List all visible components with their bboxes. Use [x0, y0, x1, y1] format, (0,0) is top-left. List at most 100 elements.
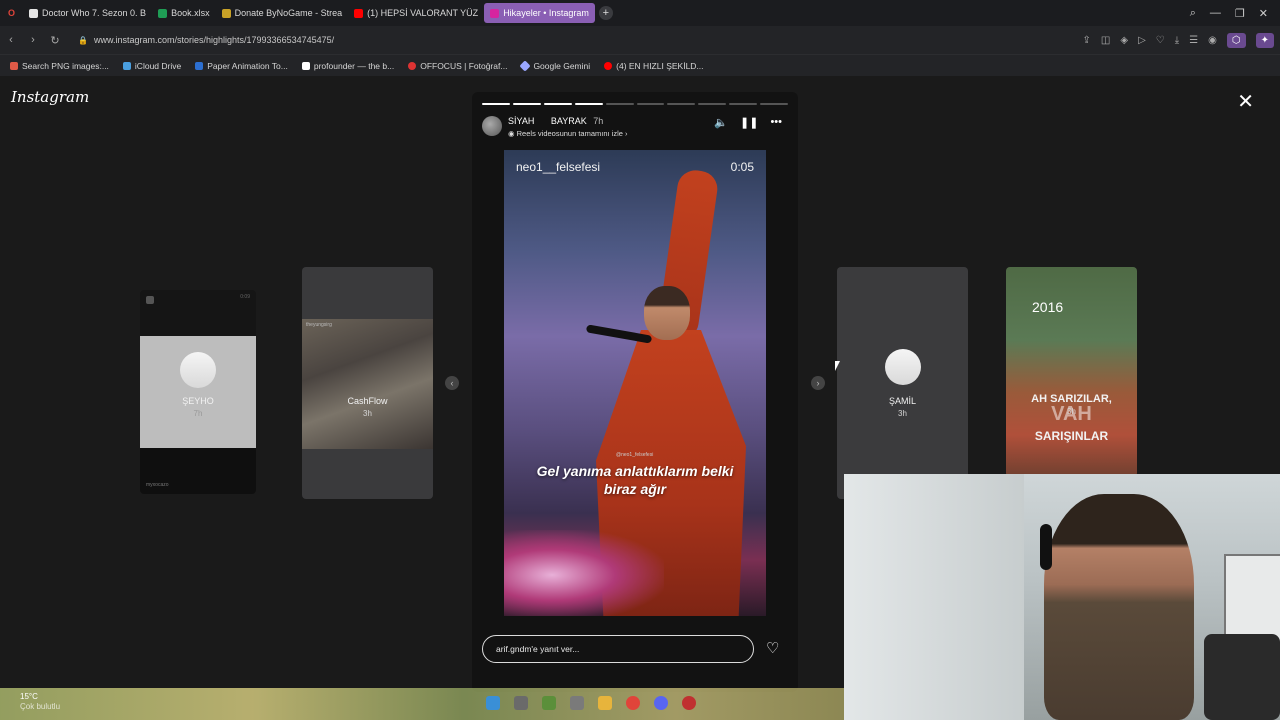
- progress-segment: [512, 103, 541, 105]
- card-photo: [302, 319, 433, 449]
- share-icon[interactable]: ⇪: [1083, 35, 1091, 46]
- youtube-icon: [604, 61, 613, 70]
- webcam-person: [1044, 494, 1194, 720]
- reply-input[interactable]: arif.gndm'e yanıt ver...: [482, 635, 754, 663]
- discord-icon[interactable]: [654, 696, 668, 710]
- reload-icon[interactable]: ↻: [44, 34, 66, 47]
- clip-duration: 0:05: [730, 160, 754, 174]
- tab-instagram-stories[interactable]: Hikayeler • Instagram: [484, 3, 595, 23]
- toolbar-icons: ⇪ ◫ ◈ ▷ ♡ ⤓ ☰ ◉ ⬡ ✦: [1083, 26, 1274, 54]
- story-preview-2016[interactable]: 2016 AH SARIZILAR, VAH SARIŞINLAR 3h: [1006, 267, 1137, 477]
- bookmark-item[interactable]: OFFOCUS | Fotoğraf...: [408, 61, 507, 71]
- bookmark-item[interactable]: (4) EN HIZLI ŞEKİLD...: [604, 61, 704, 71]
- card-time: 7h: [193, 409, 203, 418]
- instagram-logo[interactable]: Instagram: [11, 88, 89, 106]
- explorer-icon[interactable]: [486, 696, 500, 710]
- progress-segment: [605, 103, 634, 105]
- clip-username: neo1__felsefesi: [516, 160, 601, 174]
- taskbar-icons: [486, 696, 696, 710]
- heart-outline-icon[interactable]: ♡: [1156, 35, 1165, 46]
- browser-logo[interactable]: O: [0, 3, 23, 23]
- gemini-icon: [519, 59, 532, 72]
- tab-bar: O Doctor Who 7. Sezon 0. B Book.xlsx Don…: [0, 0, 1280, 26]
- tab-youtube-valorant[interactable]: (1) HEPSİ VALORANT YÜZ: [348, 3, 484, 23]
- window-controls: ⌕ — ❐ ✕: [1190, 0, 1280, 26]
- chevron-left-icon[interactable]: ‹: [445, 376, 459, 390]
- card-caption: myxocazo: [146, 482, 169, 488]
- play-icon[interactable]: ▷: [1138, 35, 1146, 46]
- tab-favicon-icon: [221, 8, 231, 18]
- webcam-background-window: [844, 474, 1024, 720]
- card-top: 0:09: [140, 290, 256, 336]
- maximize-icon[interactable]: ❐: [1235, 7, 1245, 20]
- headset-icon: [1040, 524, 1052, 570]
- app-icon[interactable]: [542, 696, 556, 710]
- youtube-icon: [354, 8, 364, 18]
- profile-icon[interactable]: ◉: [1208, 35, 1217, 46]
- story-username[interactable]: SİYAH BAYRAK 7h: [508, 116, 603, 126]
- active-story: SİYAH BAYRAK 7h ◉ Reels videosunun tamam…: [472, 92, 798, 692]
- progress-segment: [729, 103, 758, 105]
- close-icon[interactable]: ✕: [1237, 92, 1254, 112]
- story-controls: 🔈 ❚❚ •••: [714, 116, 782, 129]
- story-header: SİYAH BAYRAK 7h ◉ Reels videosunun tamam…: [482, 114, 788, 142]
- tab-book-xlsx[interactable]: Book.xlsx: [152, 3, 216, 23]
- address-bar: ‹ › ↻ 🔒 www.instagram.com/stories/highli…: [0, 26, 1280, 54]
- reels-link[interactable]: ◉ Reels videosunun tamamını izle ›: [508, 129, 628, 138]
- progress-segment: [698, 103, 727, 105]
- bookmark-item[interactable]: Paper Animation To...: [195, 61, 288, 71]
- weather-widget[interactable]: 15°C Çok bulutlu: [20, 692, 60, 712]
- app-icon[interactable]: [570, 696, 584, 710]
- bookmark-item[interactable]: Search PNG images:...: [10, 61, 109, 71]
- story-preview-cashflow[interactable]: theyungsirg CashFlow 3h: [302, 267, 433, 499]
- bookmark-item[interactable]: Google Gemini: [519, 59, 590, 72]
- back-icon[interactable]: ‹: [0, 34, 22, 46]
- url-field[interactable]: 🔒 www.instagram.com/stories/highlights/1…: [78, 35, 334, 45]
- watermark: @neo1_felsefesi: [616, 452, 654, 458]
- heart-icon[interactable]: ♡: [766, 641, 779, 656]
- avatar: [885, 349, 921, 385]
- menu-icon[interactable]: ☰: [1189, 35, 1198, 46]
- camera-icon[interactable]: ◫: [1101, 35, 1110, 46]
- tab-donate-bynogame[interactable]: Donate ByNoGame - Strea: [216, 3, 349, 23]
- extension-icon[interactable]: ⬡: [1226, 32, 1246, 48]
- folder-icon[interactable]: [598, 696, 612, 710]
- app-icon[interactable]: [682, 696, 696, 710]
- new-tab-button[interactable]: +: [598, 6, 613, 20]
- story-progress-bar: [482, 103, 789, 105]
- close-window-icon[interactable]: ✕: [1259, 7, 1268, 20]
- card-duration: 0:09: [240, 294, 250, 300]
- bookmark-favicon-icon: [195, 61, 204, 70]
- shield-icon[interactable]: ◈: [1120, 35, 1128, 46]
- store-icon[interactable]: [514, 696, 528, 710]
- bookmark-favicon-icon: [10, 61, 18, 70]
- card-bottom: myxocazo: [140, 448, 256, 494]
- opera-icon[interactable]: [626, 696, 640, 710]
- bookmark-item[interactable]: profounder — the b...: [301, 61, 394, 71]
- tab-doctor-who[interactable]: Doctor Who 7. Sezon 0. B: [23, 3, 152, 23]
- more-icon[interactable]: •••: [770, 116, 782, 129]
- story-preview-samil[interactable]: ŞAMİL 3h: [837, 267, 968, 499]
- lyric-caption: Gel yanıma anlattıklarım belki biraz ağı…: [536, 463, 734, 497]
- pause-icon[interactable]: ❚❚: [740, 116, 758, 129]
- forward-icon[interactable]: ›: [22, 34, 44, 46]
- story-video[interactable]: neo1__felsefesi 0:05 @neo1_felsefesi Gel…: [504, 150, 766, 616]
- taskbar: [0, 688, 844, 720]
- ai-icon[interactable]: ✦: [1255, 32, 1274, 48]
- bookmark-favicon-icon: [408, 61, 417, 70]
- progress-segment: [482, 103, 510, 105]
- mouse-cursor: [835, 361, 840, 371]
- card-caption: SARIŞINLAR: [1034, 429, 1109, 443]
- chevron-right-icon[interactable]: ›: [811, 376, 825, 390]
- card-time: 3h: [1067, 407, 1076, 416]
- search-tabs-icon[interactable]: ⌕: [1190, 7, 1196, 20]
- download-icon[interactable]: ⤓: [1175, 35, 1179, 46]
- avatar[interactable]: [482, 116, 502, 136]
- progress-segment: [636, 103, 665, 105]
- minimize-icon[interactable]: —: [1210, 7, 1221, 19]
- microphone: [585, 324, 653, 344]
- story-preview-seyho[interactable]: 0:09 myxocazo ŞEYHO 7h: [140, 290, 256, 494]
- mute-icon[interactable]: 🔈: [714, 116, 728, 129]
- bookmark-item[interactable]: iCloud Drive: [122, 61, 181, 71]
- stage-light: [504, 530, 664, 616]
